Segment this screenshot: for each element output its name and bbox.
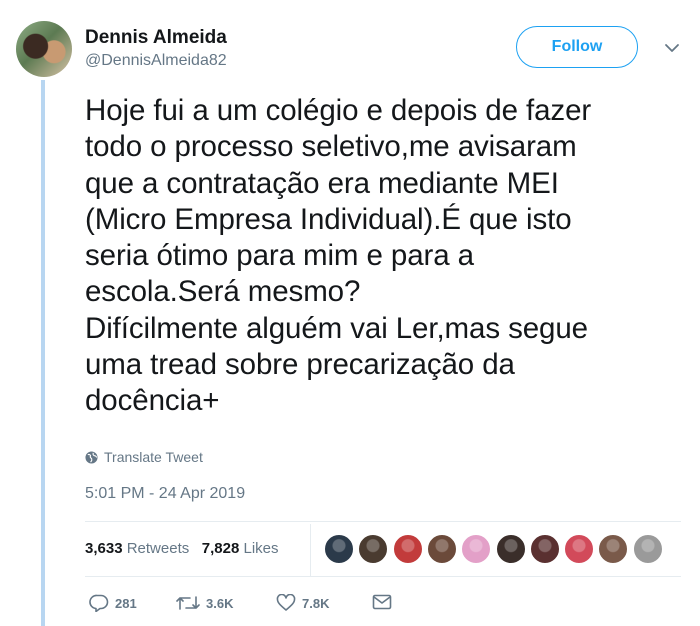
liker-avatar[interactable]	[598, 534, 629, 564]
likes-label: Likes	[243, 540, 279, 557]
tweet-text: Hoje fui a um colégio e depois de fazer …	[85, 94, 592, 418]
likes-count: 7,828	[201, 540, 240, 557]
reply-button[interactable]: 281	[89, 594, 137, 612]
user-handle[interactable]: @DennisAlmeida82	[85, 52, 227, 70]
liker-avatar[interactable]	[324, 534, 354, 564]
liker-avatar[interactable]	[392, 534, 423, 564]
timestamp[interactable]: 5:01 PM - 24 Apr 2019	[85, 485, 245, 503]
follow-button[interactable]: Follow	[516, 26, 638, 68]
direct-message-button[interactable]	[372, 594, 392, 610]
translate-label: Translate Tweet	[104, 449, 203, 465]
globe-icon	[85, 450, 98, 464]
liker-avatar[interactable]	[495, 534, 526, 564]
chevron-down-icon[interactable]	[664, 40, 680, 56]
like-button[interactable]: 7.8K	[276, 594, 329, 612]
stats-separator	[310, 524, 311, 576]
avatar[interactable]	[16, 21, 72, 77]
reply-icon	[89, 594, 109, 612]
likes-stat[interactable]: 7,828 Likes	[202, 540, 279, 557]
liker-avatar[interactable]	[461, 534, 492, 564]
retweets-label: Retweets	[126, 540, 190, 557]
retweet-icon	[176, 596, 200, 610]
translate-tweet-link[interactable]: Translate Tweet	[85, 449, 203, 465]
liker-avatar[interactable]	[426, 534, 457, 564]
user-name[interactable]: Dennis Almeida	[85, 27, 227, 49]
liker-avatar[interactable]	[564, 534, 595, 564]
retweet-button[interactable]: 3.6K	[176, 594, 233, 612]
liker-avatar[interactable]	[358, 534, 389, 564]
divider	[85, 521, 681, 522]
liker-avatar[interactable]	[529, 534, 560, 564]
heart-icon	[276, 594, 296, 611]
reply-count: 281	[115, 595, 137, 611]
liker-avatar[interactable]	[632, 534, 663, 564]
retweets-stat[interactable]: 3,633 Retweets	[85, 540, 189, 557]
retweet-count: 3.6K	[206, 595, 234, 611]
thread-line	[41, 80, 45, 626]
retweets-count: 3,633	[85, 540, 123, 557]
like-count: 7.8K	[302, 595, 330, 611]
divider	[85, 576, 681, 577]
engagement-stats: 3,633 Retweets 7,828 Likes	[85, 540, 279, 557]
envelope-icon	[372, 594, 392, 610]
